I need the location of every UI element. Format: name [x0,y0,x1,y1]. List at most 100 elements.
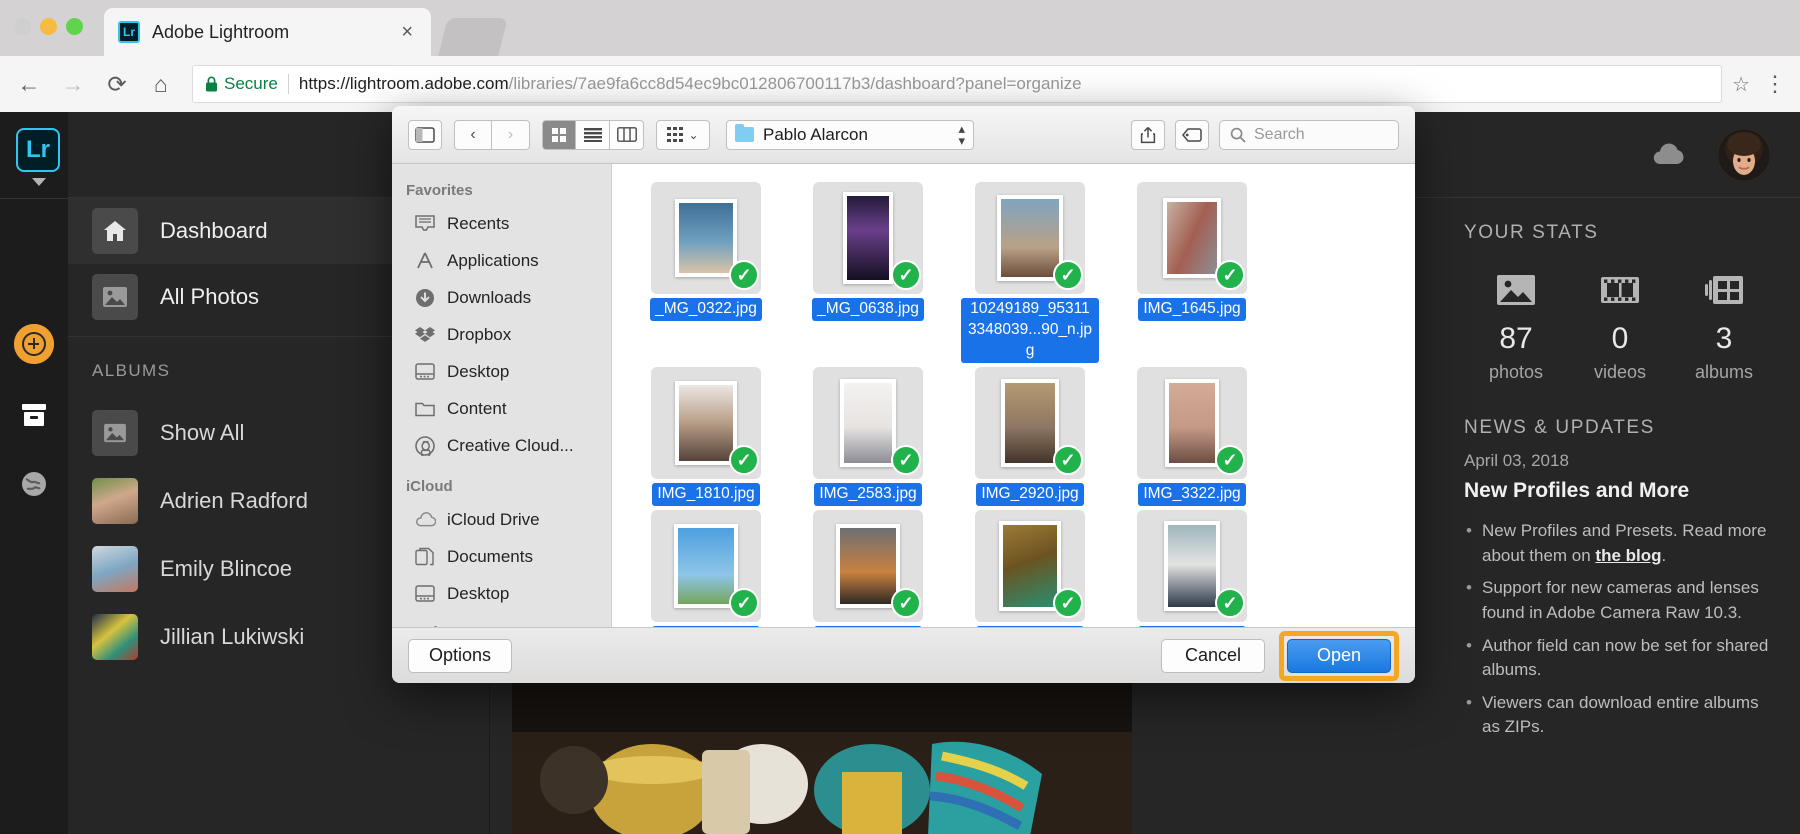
file-item[interactable]: ✓ _MG_0638.jpg [798,182,938,363]
browser-tab-title: Adobe Lightroom [152,21,290,42]
reload-icon[interactable]: ⟳ [102,69,132,99]
bookmark-star-icon[interactable]: ☆ [1732,72,1750,97]
search-placeholder: Search [1254,125,1305,143]
file-item[interactable]: ✓ _MG_0322.jpg [636,182,776,363]
selected-check-icon: ✓ [1215,587,1245,618]
file-item[interactable]: ✓ IMG_2920.jpg [960,366,1100,506]
sidebar-item-documents[interactable]: Documents [392,538,611,575]
stat-videos: 0 videos [1568,268,1672,383]
album-item-label: Show All [160,420,245,445]
path-popup-button[interactable]: Pablo Alarcon ▴ ▾ [726,119,974,150]
file-grid-area[interactable]: ✓ _MG_0322.jpg ✓ _MG_0638.jpg ✓ 10249189… [612,164,1415,627]
sidebar-item-dropbox[interactable]: Dropbox [392,316,611,353]
sidebar-toggle-icon[interactable] [408,119,442,150]
list-view-button[interactable] [576,119,610,150]
file-name-label: IMG_3322.jpg [1138,482,1246,506]
sidebar-item-label: Documents [447,546,533,566]
file-thumbnail-tile: ✓ [975,509,1085,622]
photo-icon [92,274,138,320]
tab-close-icon[interactable]: × [397,21,417,44]
sidebar-item-creative-cloud[interactable]: Creative Cloud... [392,427,611,464]
album-thumbnail [92,478,138,524]
browser-tab[interactable]: Lr Adobe Lightroom × [104,8,431,56]
file-thumbnail-tile: ✓ [1137,509,1247,622]
open-button-highlight: Open [1279,630,1399,681]
back-icon[interactable]: ← [14,69,44,99]
file-name-label: IMG_1810.jpg [652,482,760,506]
logo-caret-icon[interactable] [32,178,46,186]
stat-value: 87 [1499,322,1533,355]
file-thumbnail-tile: ✓ [651,182,761,294]
file-name-label: IMG_1645.jpg [1138,298,1246,321]
cloud-sync-icon[interactable] [1650,143,1686,167]
sidebar-item-label: Recents [447,213,510,233]
browser-menu-icon[interactable]: ⋮ [1764,73,1786,95]
share-icon[interactable] [1131,119,1165,150]
avatar[interactable] [1718,128,1770,181]
archive-button[interactable] [14,395,54,435]
sidebar-item-applications[interactable]: Applications [392,242,611,279]
sidebar-item-icloud-desktop[interactable]: Desktop [392,575,611,612]
creative-cloud-icon [414,435,436,457]
search-input[interactable]: Search [1219,119,1399,150]
url-path: /libraries/7ae9fa6cc8d54ec9bc01280670011… [508,74,1082,93]
blog-link[interactable]: the blog [1595,546,1661,565]
file-item[interactable]: ✓ 10249189_953113348039...90_n.jpg [960,182,1100,363]
discover-button[interactable] [14,464,54,504]
news-item: Viewers can download entire albums as ZI… [1464,691,1776,740]
dialog-back-icon[interactable]: ‹ [454,119,492,150]
file-item[interactable]: ✓ IMG_3666.jpg [798,509,938,627]
news-item-text-after: . [1661,545,1667,565]
file-name-label: IMG_3880.jpg [976,625,1084,627]
file-thumbnail [1163,198,1221,278]
cancel-button[interactable]: Cancel [1161,638,1265,673]
file-item[interactable]: ✓ IMG_1645.jpg [1122,182,1262,363]
file-item[interactable]: ✓ IMG_4724.jpg [1122,509,1262,627]
selected-check-icon: ✓ [1053,587,1083,618]
window-close-button[interactable] [14,18,31,35]
file-item[interactable]: ✓ IMG_1810.jpg [636,366,776,506]
news-date: April 03, 2018 [1464,451,1569,470]
icon-view-button[interactable] [542,119,576,150]
file-name-label: IMG_3666.jpg [814,625,922,627]
file-thumbnail [843,192,893,284]
album-item-label: Jillian Lukiwski [160,624,305,649]
window-minimize-button[interactable] [40,18,57,35]
toolbar-right-group: Search [1131,119,1399,150]
new-tab-button[interactable] [438,18,508,56]
file-item[interactable]: ✓ IMG_3430.jpg [636,509,776,627]
sidebar-item-downloads[interactable]: Downloads [392,279,611,316]
file-thumbnail [840,378,896,467]
sidebar-item-desktop[interactable]: Desktop [392,353,611,390]
sidebar-item-label: Content [447,398,507,418]
options-button[interactable]: Options [408,638,512,673]
news-item-text: Author field can now be set for shared a… [1482,635,1769,680]
sidebar-item-label: All Photos [160,284,260,309]
file-item[interactable]: ✓ IMG_3880.jpg [960,509,1100,627]
album-thumbnail [92,546,138,592]
news-item: New Profiles and Presets. Read more abou… [1464,519,1776,568]
tag-icon[interactable] [1175,119,1209,150]
dialog-forward-icon[interactable]: › [492,119,530,150]
lock-icon [205,76,218,92]
photo-icon [1464,268,1568,312]
file-item[interactable]: ✓ IMG_2583.jpg [798,366,938,506]
sidebar-item-label: Desktop [447,583,510,603]
open-button[interactable]: Open [1287,638,1391,673]
stats-header: YOUR STATS [1464,222,1599,243]
sidebar-item-recents[interactable]: Recents [392,205,611,242]
address-bar[interactable]: Secure https://lightroom.adobe.com/libra… [192,65,1723,103]
column-view-button[interactable] [610,119,644,150]
home-icon[interactable]: ⌂ [146,69,176,99]
selected-check-icon: ✓ [1215,260,1245,290]
add-photos-button[interactable] [14,324,54,364]
arrange-caret-icon: ⌄ [688,127,699,142]
forward-icon[interactable]: → [58,69,88,99]
news-list: New Profiles and Presets. Read more abou… [1464,519,1776,740]
sidebar-item-content[interactable]: Content [392,390,611,427]
window-maximize-button[interactable] [66,18,83,35]
sidebar-item-icloud-drive[interactable]: iCloud Drive [392,501,611,538]
sidebar-item-label: Desktop [447,361,510,381]
arrange-by-button[interactable]: ⌄ [656,119,710,150]
file-item[interactable]: ✓ IMG_3322.jpg [1122,366,1262,506]
